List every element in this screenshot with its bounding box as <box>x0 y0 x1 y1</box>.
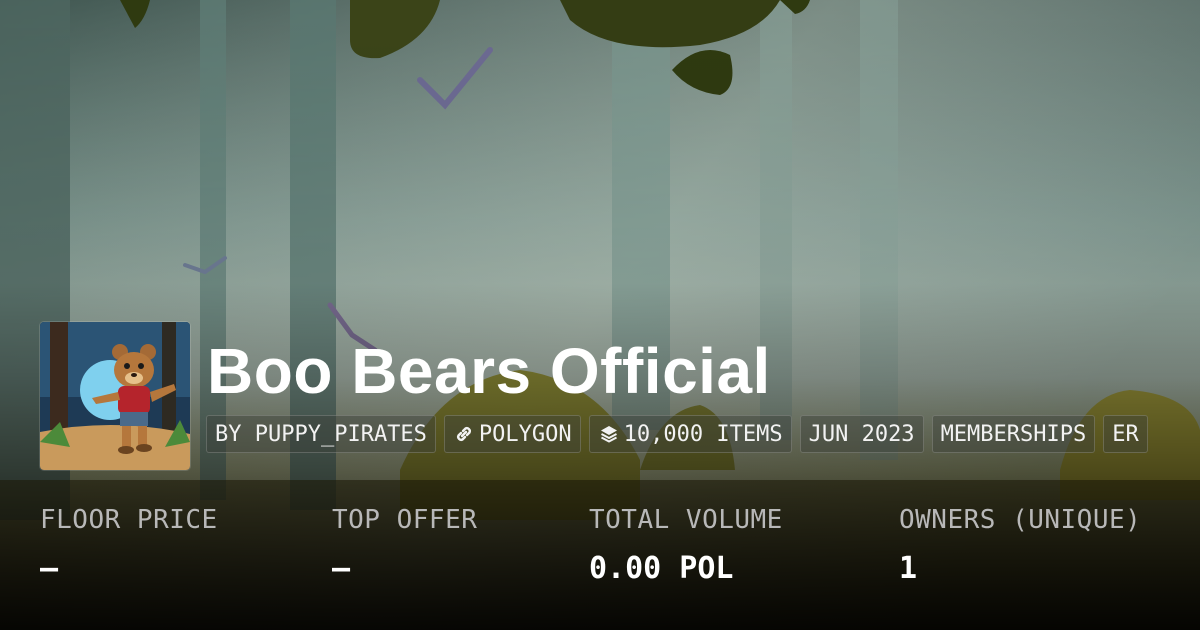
collection-avatar[interactable] <box>40 322 190 470</box>
creator-chip[interactable]: BY PUPPY_PIRATES <box>206 415 436 453</box>
owners-value: 1 <box>899 551 918 586</box>
floor-price-stat: FLOOR PRICE – <box>40 505 218 586</box>
total-volume-label: TOTAL VOLUME <box>589 505 783 535</box>
created-date-label: JUN 2023 <box>808 421 915 447</box>
top-offer-value: – <box>332 551 351 586</box>
token-standard-label: ER <box>1112 421 1139 447</box>
bear-avatar-image <box>40 322 190 470</box>
chain-chip[interactable]: POLYGON <box>443 415 581 453</box>
floor-price-label: FLOOR PRICE <box>40 505 218 535</box>
category-chip[interactable]: MEMBERSHIPS <box>931 415 1096 453</box>
chain-label: POLYGON <box>478 421 572 447</box>
floor-price-value: – <box>40 551 59 586</box>
token-standard-chip: ER <box>1103 415 1148 453</box>
created-date-chip: JUN 2023 <box>799 415 924 453</box>
total-volume-stat: TOTAL VOLUME 0.00 POL <box>589 505 783 586</box>
chain-link-icon <box>453 423 475 445</box>
collection-meta-chips: BY PUPPY_PIRATES POLYGON 10,000 ITEMS JU… <box>206 415 1200 455</box>
items-count-label: 10,000 ITEMS <box>623 421 783 447</box>
creator-label: BY PUPPY_PIRATES <box>215 421 427 447</box>
owners-stat: OWNERS (UNIQUE) 1 <box>899 505 1141 586</box>
top-offer-label: TOP OFFER <box>332 505 478 535</box>
collection-title: Boo Bears Official <box>207 335 771 407</box>
total-volume-value: 0.00 POL <box>589 551 734 586</box>
category-label: MEMBERSHIPS <box>940 421 1087 447</box>
top-offer-stat: TOP OFFER – <box>332 505 477 586</box>
items-count-chip: 10,000 ITEMS <box>588 415 792 453</box>
layers-icon <box>598 423 620 445</box>
owners-label: OWNERS (UNIQUE) <box>899 505 1142 535</box>
